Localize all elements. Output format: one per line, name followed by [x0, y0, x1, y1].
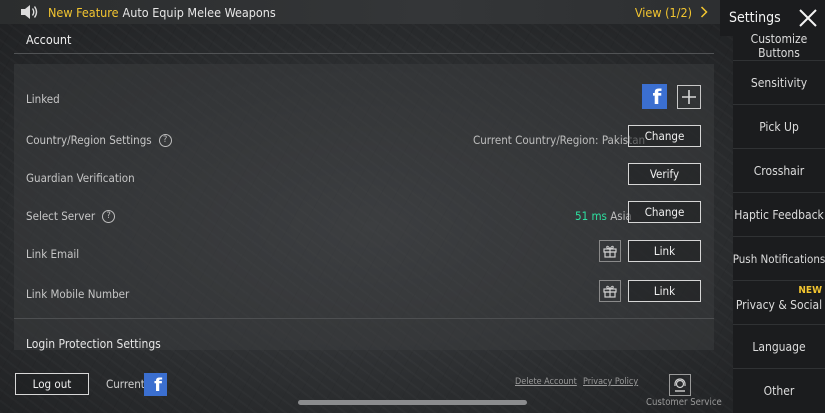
view-counter: View (1/2): [634, 4, 692, 20]
change-country-button[interactable]: Change: [628, 125, 701, 147]
gift-glyph: [603, 245, 617, 258]
customer-service-icon[interactable]: [669, 374, 691, 396]
mobile-row: Link Mobile Number Link: [14, 277, 714, 311]
guardian-row: Guardian Verification Verify: [14, 161, 714, 195]
server-status: 51 ms Asia: [575, 209, 632, 223]
gift-icon: [599, 280, 621, 302]
view-notices-link[interactable]: View (1/2): [635, 0, 708, 24]
chevron-right-icon: [700, 6, 708, 18]
linked-row: Linked f: [14, 82, 714, 116]
change-server-button[interactable]: Change: [628, 201, 701, 223]
sidebar-item-crosshair[interactable]: Crosshair: [733, 148, 825, 192]
facebook-icon: f: [642, 84, 667, 109]
help-icon[interactable]: ?: [102, 209, 116, 223]
sidebar-item-sensitivity[interactable]: Sensitivity: [733, 60, 825, 104]
link-email-button[interactable]: Link: [628, 240, 701, 262]
divider: [14, 318, 714, 319]
sidebar-item-pick-up[interactable]: Pick Up: [733, 104, 825, 148]
settings-header: Settings: [720, 0, 825, 36]
email-row: Link Email Link: [14, 237, 714, 271]
account-title: Account: [26, 32, 72, 47]
sidebar-item-haptic-feedback[interactable]: Haptic Feedback: [733, 192, 825, 236]
sidebar-item-language[interactable]: Language: [733, 324, 825, 368]
server-row: Select Server? 51 ms Asia Change: [14, 199, 714, 233]
verify-button[interactable]: Verify: [628, 163, 701, 185]
gift-glyph: [603, 285, 617, 298]
current-account-label: Current: [106, 377, 145, 391]
add-link-button[interactable]: [677, 85, 701, 109]
privacy-policy-link[interactable]: Privacy Policy: [583, 377, 638, 387]
login-protection-settings[interactable]: Login Protection Settings: [26, 337, 161, 351]
mobile-label: Link Mobile Number: [26, 287, 130, 301]
sidebar-item-push-notifications[interactable]: Push Notifications: [733, 236, 825, 280]
speaker-icon: [21, 5, 38, 19]
guardian-label: Guardian Verification: [26, 171, 135, 185]
gift-icon: [599, 240, 621, 262]
settings-title: Settings: [729, 10, 781, 26]
country-label: Country/Region Settings?: [26, 133, 172, 147]
customer-service-label: Customer Service: [646, 397, 722, 408]
delete-account-link[interactable]: Delete Account: [515, 377, 577, 387]
new-badge: NEW: [798, 285, 822, 296]
logout-button[interactable]: Log out: [15, 373, 89, 395]
notice-message: Auto Equip Melee Weapons: [122, 4, 276, 20]
current-country-text: Current Country/Region: Pakistan: [473, 133, 646, 147]
ping-value: 51 ms: [575, 209, 607, 223]
plus-icon: [682, 90, 696, 104]
server-label: Select Server?: [26, 209, 116, 223]
horizontal-scrollbar[interactable]: [298, 400, 527, 405]
facebook-icon: f: [144, 373, 167, 396]
new-feature-tag: New Feature: [48, 4, 119, 20]
linked-label: Linked: [26, 92, 60, 106]
link-mobile-button[interactable]: Link: [628, 280, 701, 302]
account-section-header: Account: [14, 28, 714, 54]
headset-icon: [674, 378, 686, 392]
country-row: Country/Region Settings? Current Country…: [14, 123, 714, 157]
sidebar-item-other[interactable]: Other: [733, 368, 825, 413]
close-icon[interactable]: [799, 9, 817, 27]
email-label: Link Email: [26, 247, 80, 261]
notice-bar[interactable]: New Feature Auto Equip Melee Weapons Vie…: [0, 0, 720, 24]
sidebar-item-privacy-social[interactable]: NEW Privacy & Social: [733, 280, 825, 324]
help-icon[interactable]: ?: [158, 133, 172, 147]
account-panel: Linked f Country/Region Settings? Curren…: [14, 64, 714, 351]
